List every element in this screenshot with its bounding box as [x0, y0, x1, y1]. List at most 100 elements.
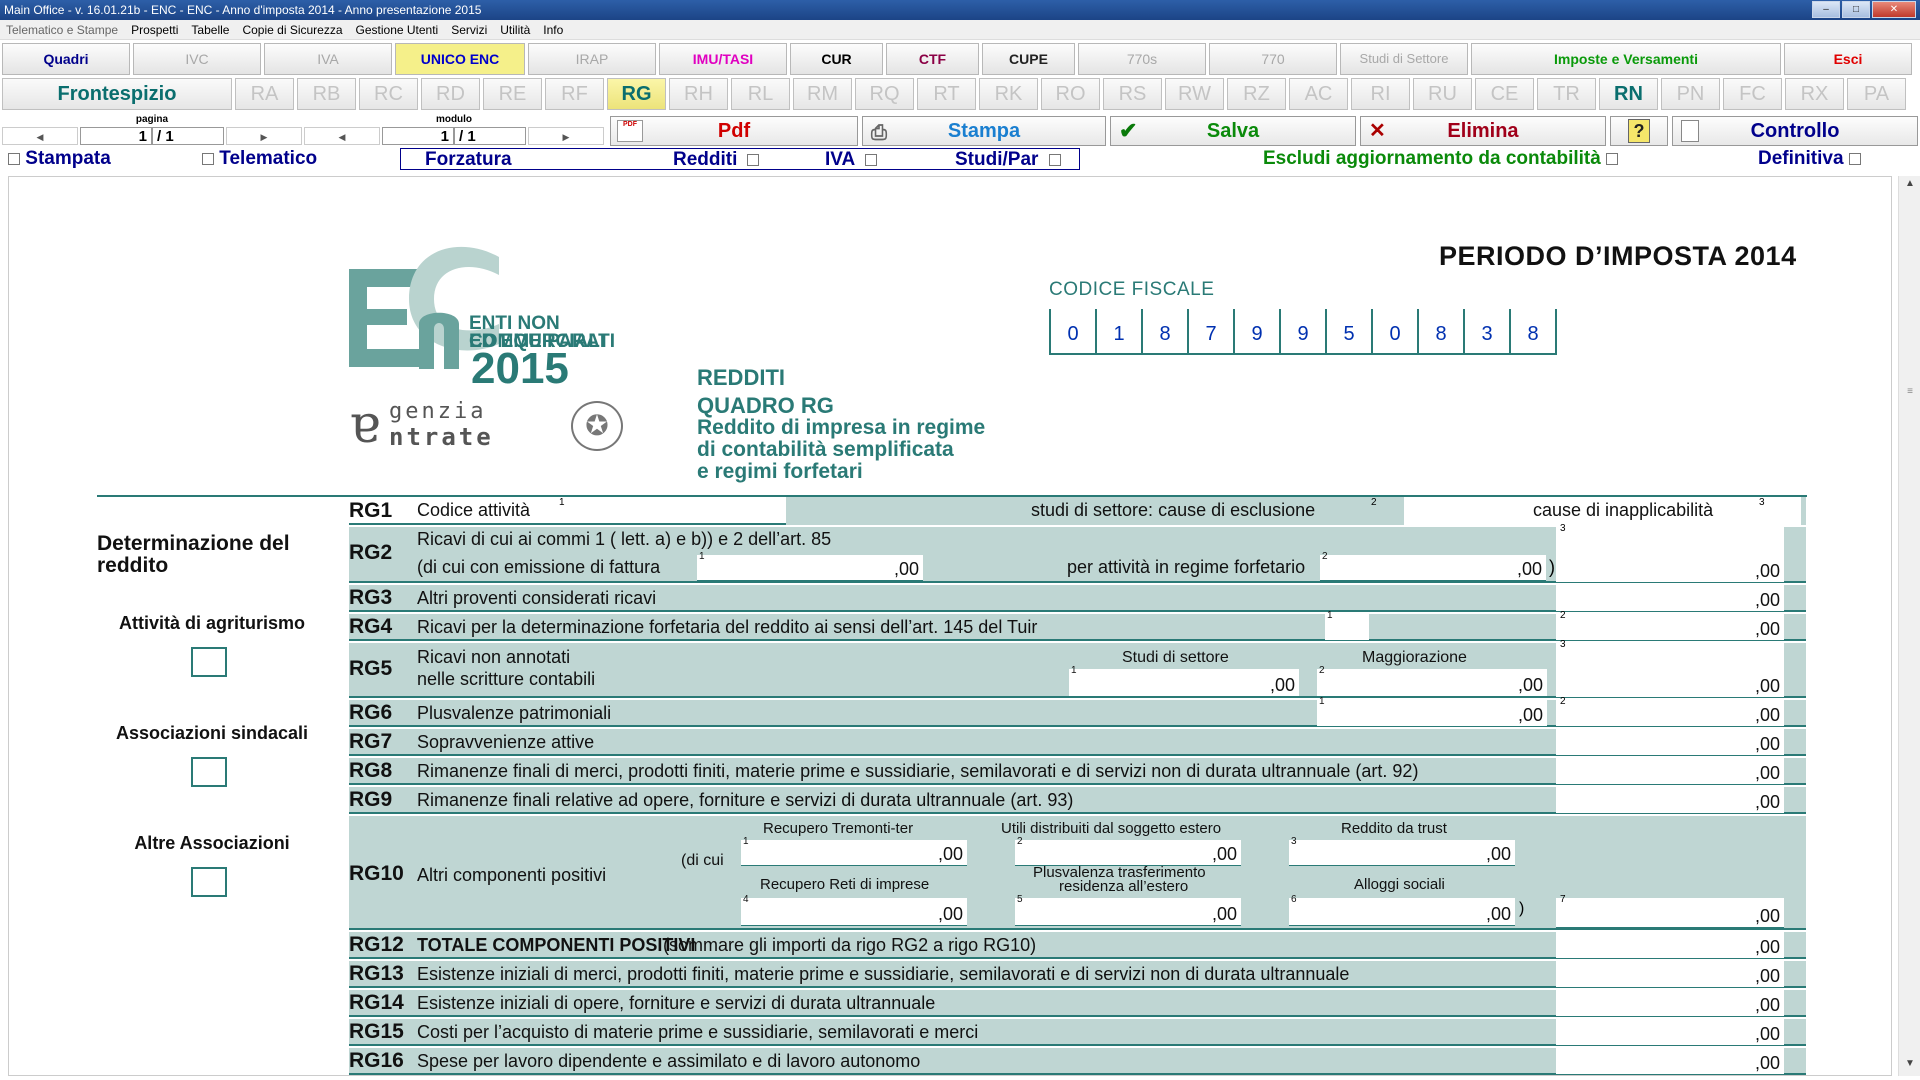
cf-digit[interactable]: 5 [1327, 309, 1373, 353]
cf-digit[interactable]: 8 [1511, 309, 1557, 353]
stampata-checkbox[interactable] [8, 152, 20, 165]
rg10-field2[interactable]: 2,00 [1015, 836, 1241, 866]
cf-digit[interactable]: 0 [1051, 309, 1097, 353]
salva-button[interactable]: ✔ Salva [1110, 116, 1356, 146]
telematico-flag[interactable]: Telematico [202, 148, 317, 170]
menu-tabelle[interactable]: Tabelle [191, 20, 229, 39]
definitiva-flag[interactable]: Definitiva [1758, 148, 1861, 170]
tab-quadri[interactable]: Quadri [2, 43, 130, 75]
quadro-ce[interactable]: CE [1475, 78, 1534, 110]
quadro-fc[interactable]: FC [1723, 78, 1782, 110]
quadro-ru[interactable]: RU [1413, 78, 1472, 110]
tab-imposte-versamenti[interactable]: Imposte e Versamenti [1471, 43, 1781, 75]
quadro-rz[interactable]: RZ [1227, 78, 1286, 110]
rg16-value[interactable]: ,00 [1556, 1048, 1784, 1075]
cf-digit[interactable]: 8 [1419, 309, 1465, 353]
close-button[interactable]: ✕ [1872, 1, 1916, 18]
rg5-value[interactable]: 3,00 [1556, 639, 1784, 698]
cf-digit[interactable]: 3 [1465, 309, 1511, 353]
cf-digit[interactable]: 1 [1097, 309, 1143, 353]
quadro-rh[interactable]: RH [669, 78, 728, 110]
cf-digit[interactable]: 8 [1143, 309, 1189, 353]
quadro-rf[interactable]: RF [545, 78, 604, 110]
quadro-tr[interactable]: TR [1537, 78, 1596, 110]
help-button[interactable]: ? [1610, 116, 1668, 146]
elimina-button[interactable]: ✕ Elimina [1360, 116, 1606, 146]
quadro-pa[interactable]: PA [1847, 78, 1906, 110]
rg2-field2[interactable]: 2,00 [1320, 551, 1546, 581]
pagina-input[interactable]: 1 [80, 127, 152, 145]
agriturismo-checkbox[interactable] [191, 647, 227, 677]
rg10-field1[interactable]: 1,00 [741, 836, 967, 866]
quadro-ri[interactable]: RI [1351, 78, 1410, 110]
minimize-button[interactable]: – [1812, 1, 1840, 18]
next-module-icon[interactable]: ▶ [528, 127, 604, 145]
telematico-checkbox[interactable] [202, 152, 214, 165]
rg2-total[interactable]: 3,00 [1556, 523, 1784, 583]
cf-digit[interactable]: 7 [1189, 309, 1235, 353]
quadro-rx[interactable]: RX [1785, 78, 1844, 110]
quadro-ro[interactable]: RO [1041, 78, 1100, 110]
tab-770s[interactable]: 770s [1078, 43, 1206, 75]
menu-telematico[interactable]: Telematico e Stampe [6, 20, 118, 39]
escludi-flag[interactable]: Escludi aggiornamento da contabilità [1263, 148, 1619, 170]
menu-copie[interactable]: Copie di Sicurezza [242, 20, 342, 39]
quadro-rg[interactable]: RG [607, 78, 666, 110]
next-page-icon[interactable]: ▶ [226, 127, 302, 145]
escludi-checkbox[interactable] [1606, 152, 1619, 165]
tab-imu-tasi[interactable]: IMU/TASI [659, 43, 787, 75]
menu-prospetti[interactable]: Prospetti [131, 20, 178, 39]
quadro-rl[interactable]: RL [731, 78, 790, 110]
quadro-rq[interactable]: RQ [855, 78, 914, 110]
maximize-button[interactable]: □ [1842, 1, 1870, 18]
tab-iva[interactable]: IVA [264, 43, 392, 75]
scroll-down-icon[interactable]: ▼ [1899, 1058, 1920, 1074]
quadro-rd[interactable]: RD [421, 78, 480, 110]
rg4-value[interactable]: 2,00 [1556, 610, 1784, 641]
rg14-value[interactable]: ,00 [1556, 990, 1784, 1017]
cf-digit[interactable]: 9 [1235, 309, 1281, 353]
rg13-value[interactable]: ,00 [1556, 961, 1784, 988]
cf-digit[interactable]: 9 [1281, 309, 1327, 353]
tab-studi-settore[interactable]: Studi di Settore [1340, 43, 1468, 75]
rg5-field2[interactable]: 2,00 [1317, 665, 1547, 697]
rg10-field4[interactable]: 4,00 [741, 894, 967, 926]
tab-ctf[interactable]: CTF [886, 43, 979, 75]
altre-checkbox[interactable] [191, 867, 227, 897]
tab-cur[interactable]: CUR [790, 43, 883, 75]
modulo-input[interactable]: 1 [382, 127, 454, 145]
rg10-field6[interactable]: 6,00 [1289, 894, 1515, 926]
rg8-value[interactable]: ,00 [1556, 758, 1784, 785]
rg6-field1[interactable]: 1,00 [1317, 696, 1547, 727]
rg10-field3[interactable]: 3,00 [1289, 836, 1515, 866]
quadro-pn[interactable]: PN [1661, 78, 1720, 110]
rg9-value[interactable]: ,00 [1556, 787, 1784, 814]
quadro-rm[interactable]: RM [793, 78, 852, 110]
menu-utenti[interactable]: Gestione Utenti [356, 20, 439, 39]
studi-checkbox[interactable] [1049, 154, 1061, 166]
definitiva-checkbox[interactable] [1848, 152, 1861, 165]
menu-utilita[interactable]: Utilità [500, 20, 530, 39]
quadro-re[interactable]: RE [483, 78, 542, 110]
quadro-rc[interactable]: RC [359, 78, 418, 110]
quadro-rn[interactable]: RN [1599, 78, 1658, 110]
quadro-ra[interactable]: RA [235, 78, 294, 110]
prev-module-icon[interactable]: ◀ [304, 127, 380, 145]
tab-esci[interactable]: Esci [1784, 43, 1912, 75]
rg10-value[interactable]: 7,00 [1556, 894, 1784, 928]
quadro-rk[interactable]: RK [979, 78, 1038, 110]
menu-info[interactable]: Info [543, 20, 563, 39]
tab-770[interactable]: 770 [1209, 43, 1337, 75]
stampa-button[interactable]: ⎙ Stampa [862, 116, 1106, 146]
rg15-value[interactable]: ,00 [1556, 1019, 1784, 1046]
quadro-rt[interactable]: RT [917, 78, 976, 110]
stampata-flag[interactable]: Stampata [8, 148, 111, 170]
scroll-grip-icon[interactable]: ≡ [1904, 386, 1916, 398]
scroll-up-icon[interactable]: ▲ [1899, 178, 1920, 194]
tab-cupe[interactable]: CUPE [982, 43, 1075, 75]
redditi-checkbox[interactable] [747, 154, 759, 166]
tab-ivc[interactable]: IVC [133, 43, 261, 75]
menu-servizi[interactable]: Servizi [451, 20, 487, 39]
vertical-scrollbar[interactable]: ▲ ≡ ▼ [1898, 176, 1920, 1076]
tab-irap[interactable]: IRAP [528, 43, 656, 75]
